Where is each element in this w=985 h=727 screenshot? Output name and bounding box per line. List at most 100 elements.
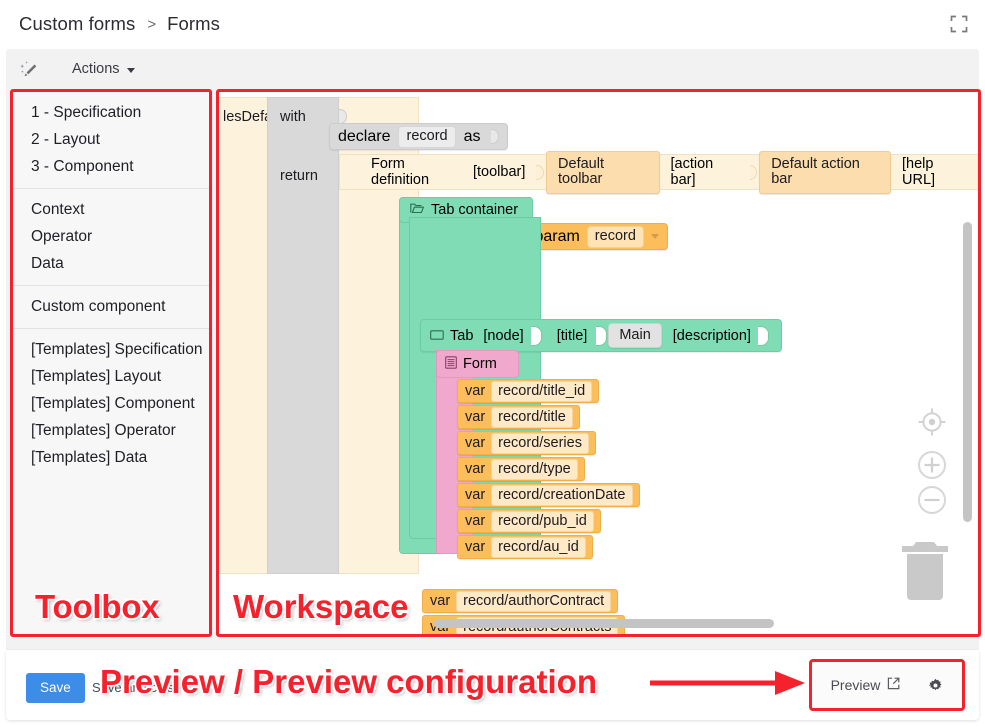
var-name-field[interactable]: record/creationDate <box>491 484 633 506</box>
toolbox-item[interactable]: 2 - Layout <box>13 127 209 154</box>
magic-wand-icon[interactable] <box>14 54 44 84</box>
workspace-canvas[interactable]: lesDefault with return declare record as <box>219 92 978 634</box>
toolbox-item[interactable]: Operator <box>13 224 209 251</box>
form-definition-toolbar-label: [toolbar] <box>472 164 526 180</box>
block-var[interactable]: var record/au_id <box>457 535 593 559</box>
save-button[interactable]: Save <box>26 673 85 703</box>
chevron-down-icon[interactable] <box>650 234 659 239</box>
tab-node-label: [node] <box>483 327 524 344</box>
form-param-value-dropdown[interactable]: record <box>586 225 644 248</box>
block-socket <box>596 325 608 346</box>
block-var[interactable]: var record/pub_id <box>457 509 601 533</box>
center-target-icon[interactable] <box>917 407 947 442</box>
editor-card: Actions 1 - Specification 2 - Layout 3 - C… <box>6 49 981 650</box>
declare-as-keyword: as <box>463 127 481 145</box>
toolbox-group: Context Operator Data <box>13 188 209 285</box>
block-var[interactable]: var record/title_id <box>457 379 600 403</box>
toolbox-item[interactable]: [Templates] Operator <box>13 418 209 445</box>
var-name-field[interactable]: record/series <box>491 432 589 454</box>
folder-icon <box>430 328 444 344</box>
var-name-field[interactable]: record/pub_id <box>491 510 594 532</box>
block-tab[interactable]: Tab [node] [title] Main [description] <box>420 319 782 352</box>
block-var[interactable]: var record/series <box>457 431 596 455</box>
var-keyword: var <box>465 409 486 425</box>
form-definition-help-url-label: [help URL] <box>902 156 936 188</box>
external-link-icon <box>887 677 900 693</box>
var-name-field[interactable]: record/type <box>491 458 578 480</box>
var-name-field[interactable]: record/title <box>491 406 573 428</box>
var-keyword: var <box>465 513 486 529</box>
var-keyword: var <box>465 539 486 555</box>
var-keyword: var <box>430 593 451 609</box>
block-socket <box>536 164 545 180</box>
list-icon <box>445 355 457 373</box>
block-var[interactable]: var record/title <box>457 405 580 429</box>
toolbox-item[interactable]: 1 - Specification <box>13 100 209 127</box>
horizontal-scrollbar[interactable] <box>434 619 774 628</box>
toolbox-group: [Templates] Specification [Templates] Lay… <box>13 328 209 479</box>
vertical-scrollbar[interactable] <box>963 222 972 522</box>
var-keyword: var <box>465 487 486 503</box>
block-var[interactable]: var record/type <box>457 457 585 481</box>
block-tab-label: Tab <box>450 327 474 344</box>
workspace-panel[interactable]: lesDefault with return declare record as <box>216 89 981 637</box>
toolbox-item[interactable]: 3 - Component <box>13 154 209 181</box>
toolbox-item[interactable]: Data <box>13 251 209 278</box>
block-form[interactable]: Form <box>436 350 519 378</box>
toolbox-group: Custom component <box>13 285 209 328</box>
preview-button[interactable]: Preview <box>831 677 901 693</box>
default-action-bar-chip[interactable]: Default action bar <box>759 150 892 194</box>
block-tab-container-label: Tab container <box>431 202 519 218</box>
actions-dropdown[interactable]: Actions <box>72 61 135 77</box>
toolbox-groups: 1 - Specification 2 - Layout 3 - Component… <box>13 92 209 479</box>
block-form-definition[interactable]: Form definition [toolbar] Default toolba… <box>371 150 978 194</box>
preview-label: Preview <box>830 677 881 693</box>
toolbox-item[interactable]: [Templates] Layout <box>13 364 209 391</box>
preview-controls-group: Preview <box>809 659 965 711</box>
default-toolbar-chip[interactable]: Default toolbar <box>546 150 660 194</box>
breadcrumb-item-custom-forms[interactable]: Custom forms <box>19 13 135 35</box>
var-name-field[interactable]: record/au_id <box>491 536 586 558</box>
block-var[interactable]: var record/authorContract <box>422 589 619 613</box>
var-keyword: var <box>465 435 486 451</box>
breadcrumb-bar: Custom forms > Forms <box>0 0 985 48</box>
tab-title-label: [title] <box>556 327 588 344</box>
block-var[interactable]: var record/creationDate <box>457 483 640 507</box>
toolbox-group: 1 - Specification 2 - Layout 3 - Component <box>13 92 209 188</box>
chevron-down-icon <box>126 67 135 73</box>
annotation-preview: Preview / Preview configuration <box>100 663 597 700</box>
gear-icon[interactable] <box>928 678 943 693</box>
form-definition-label: Form definition <box>371 156 430 188</box>
toolbox-item[interactable]: [Templates] Specification <box>13 337 209 364</box>
toolbox-item[interactable]: Custom component <box>13 294 209 321</box>
annotation-arrow <box>650 671 805 695</box>
toolbox-panel: 1 - Specification 2 - Layout 3 - Component… <box>10 89 212 637</box>
annotation-workspace: Workspace <box>233 588 409 625</box>
fullscreen-icon[interactable] <box>945 11 973 37</box>
folder-open-icon <box>410 202 425 218</box>
actions-label: Actions <box>72 61 120 77</box>
declare-variable-field[interactable]: record <box>398 125 456 148</box>
annotation-toolbox: Toolbox <box>35 588 160 625</box>
block-form-label: Form <box>463 356 497 372</box>
block-with-return[interactable]: with return <box>267 97 347 574</box>
zoom-in-icon[interactable] <box>917 450 947 485</box>
tab-title-value[interactable]: Main <box>608 323 662 348</box>
breadcrumb: Custom forms > Forms <box>0 13 220 35</box>
toolbox-item[interactable]: Context <box>13 197 209 224</box>
editor-toolbar: Actions <box>6 49 979 89</box>
declare-keyword: declare <box>338 127 391 145</box>
app-root: Custom forms > Forms Actions 1 - Specifi… <box>0 0 985 727</box>
block-socket <box>749 164 758 180</box>
keyword-with: with <box>280 109 306 125</box>
breadcrumb-separator-icon: > <box>147 15 157 33</box>
zoom-out-icon[interactable] <box>917 485 947 520</box>
toolbox-item[interactable]: [Templates] Data <box>13 445 209 472</box>
toolbox-item[interactable]: [Templates] Component <box>13 391 209 418</box>
var-keyword: var <box>465 461 486 477</box>
form-definition-action-bar-label: [action bar] <box>670 156 714 188</box>
trash-icon[interactable] <box>894 536 956 607</box>
block-declare[interactable]: declare record as <box>329 123 508 150</box>
var-name-field[interactable]: record/title_id <box>491 380 593 402</box>
var-name-field[interactable]: record/authorContract <box>456 590 612 612</box>
